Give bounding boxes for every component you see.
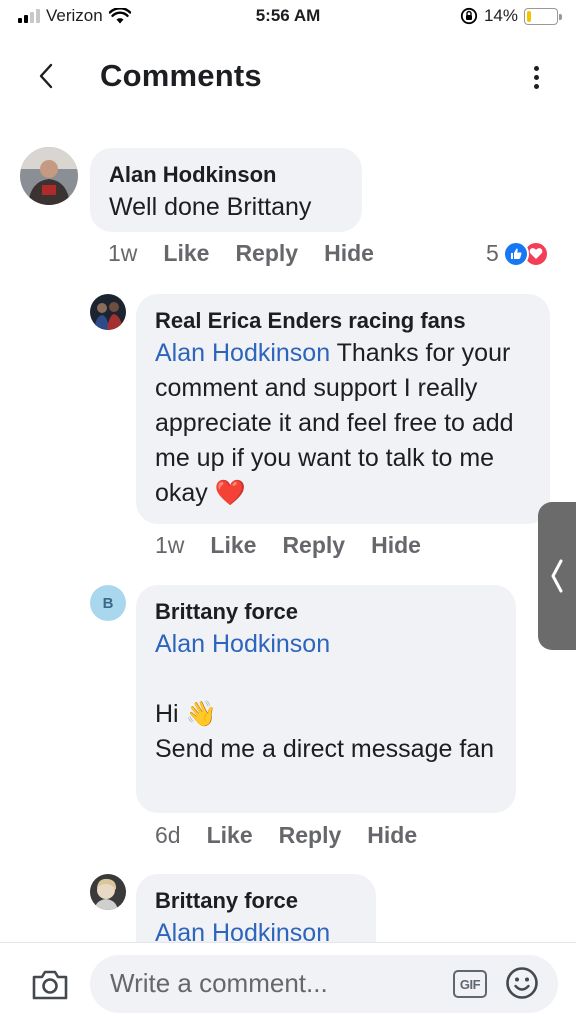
more-vertical-icon [533,65,539,71]
mention-link[interactable]: Alan Hodkinson [155,627,496,662]
comment-text: Well done Brittany [109,193,312,221]
battery-percent: 14% [483,6,518,25]
gif-button[interactable]: GIF [453,970,487,998]
orientation-lock-icon [460,7,478,25]
header: Comments [0,44,576,114]
reaction-count: 5 [486,240,499,266]
status-right: 14% [460,6,562,26]
avatar[interactable] [90,874,126,910]
camera-icon[interactable] [30,967,70,1003]
comment-composer: Write a comment... GIF [0,942,576,1024]
like-button[interactable]: Like [207,822,253,849]
comment-time[interactable]: 1w [155,532,184,559]
emoji-icon[interactable] [505,966,539,1000]
comment-bubble[interactable]: Brittany force Alan Hodkinson Hi 👋 Send … [136,585,516,813]
comment-time[interactable]: 1w [108,240,137,267]
reply-button[interactable]: Reply [235,240,298,267]
reply-button[interactable]: Reply [279,822,342,849]
comment-author[interactable]: Alan Hodkinson [109,160,342,190]
comment-bubble[interactable]: Alan Hodkinson Well done Brittany [90,148,362,232]
avatar[interactable] [90,294,126,330]
comment-input-placeholder: Write a comment... [110,968,328,998]
hide-button[interactable]: Hide [371,532,421,559]
comment-time[interactable]: 6d [155,822,181,849]
hide-button[interactable]: Hide [367,822,417,849]
like-button[interactable]: Like [163,240,209,267]
chevron-left-icon [551,559,563,593]
comment-bubble[interactable]: Real Erica Enders racing fans Alan Hodki… [136,294,550,524]
comment-text-line-1: Hi 👋 [155,700,217,728]
comment-author[interactable]: Brittany force [155,597,496,627]
like-reaction-icon [502,240,529,267]
page-title: Comments [100,58,262,93]
mention-link[interactable]: Alan Hodkinson [155,339,330,367]
comment-text-line-2: Send me a direct message fan [155,735,495,763]
comment-actions: 6d Like Reply Hide [155,822,443,849]
battery-icon [524,7,562,25]
avatar[interactable]: B [90,585,126,621]
profile-photo [90,874,126,910]
avatar-initial: B [102,594,114,612]
side-panel-handle[interactable] [538,502,576,650]
comment-body: Alan Hodkinson Thanks for your comment a… [155,336,530,511]
like-button[interactable]: Like [210,532,256,559]
status-bar: Verizon 5:56 AM 14% [0,0,576,36]
reaction-summary[interactable]: 5 [486,240,549,267]
comment-actions: 1w Like Reply Hide [108,240,400,267]
more-options-button[interactable] [526,62,546,92]
hide-button[interactable]: Hide [324,240,374,267]
battery-fill [527,10,531,22]
profile-photo [20,147,78,205]
back-button[interactable] [28,56,64,96]
comment-actions: 1w Like Reply Hide [155,532,447,559]
avatar[interactable] [20,147,78,205]
reply-button[interactable]: Reply [282,532,345,559]
comment-author[interactable]: Brittany force [155,886,356,916]
chevron-left-icon [39,63,53,89]
comment-author[interactable]: Real Erica Enders racing fans [155,306,530,336]
profile-photo [90,294,126,330]
